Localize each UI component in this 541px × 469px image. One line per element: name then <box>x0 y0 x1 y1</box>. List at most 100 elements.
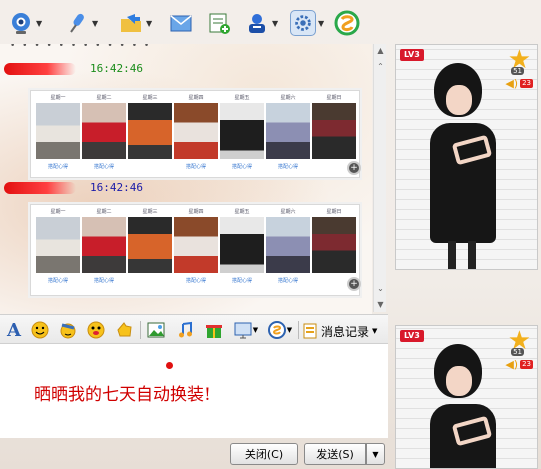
level-badge: LV3 <box>400 330 424 342</box>
star-count: 51 <box>511 348 524 356</box>
strip-caption: 星期五 <box>234 209 250 215</box>
outfit-photo <box>128 103 172 159</box>
strip-caption: 星期二 <box>96 209 112 215</box>
chevron-down-icon[interactable]: ▼ <box>253 326 258 334</box>
figure-leg <box>448 241 456 269</box>
add-app-icon <box>206 10 232 36</box>
message-time: 16:42:46 <box>90 181 143 194</box>
image-icon[interactable] <box>146 320 166 340</box>
message-history-button[interactable]: 消息记录 ▼ <box>302 321 377 341</box>
outfit-photo <box>266 103 310 159</box>
strip-caption: 星期五 <box>234 95 250 101</box>
contact-show-image[interactable]: LV3 ★ 51 ◀) 23 <box>395 44 538 270</box>
figure-face <box>446 366 472 396</box>
photo-strip-image[interactable]: 星期一 星期二 星期三 星期四 星期五 星期六 星期日 搭配心得 搭配心得 搭配… <box>30 90 361 178</box>
video-button[interactable]: ▼ <box>8 8 42 38</box>
strip-caption: 搭配心得 <box>93 278 114 284</box>
chevron-down-icon[interactable]: ▼ <box>272 19 278 28</box>
funny-face-icon[interactable] <box>86 320 106 340</box>
strip-caption: 星期二 <box>96 95 112 101</box>
message-input-text: 晒晒我的七天自动换装! <box>34 385 211 405</box>
strip-caption: 星期四 <box>188 209 204 215</box>
photo-strip-image[interactable]: 星期一 星期二 星期三 星期四 星期五 星期六 星期日 搭配心得 搭配心得 搭配… <box>30 204 361 296</box>
outfit-photo <box>220 103 264 159</box>
group-button[interactable]: ▼ <box>244 8 278 38</box>
voice-button[interactable]: ▼ <box>64 8 98 38</box>
strip-caption: 星期四 <box>188 95 204 101</box>
chat-history[interactable]: • • • • • • • • • • • • 16:42:46 星期一 星期二… <box>0 44 372 314</box>
send-file-button[interactable]: ▼ <box>118 8 152 38</box>
outfit-photo <box>174 217 218 273</box>
volume-indicator[interactable]: ◀) 23 <box>505 77 533 90</box>
star-count: 51 <box>511 67 524 75</box>
magic-emoticon-icon[interactable] <box>58 320 78 340</box>
message-time: 16:42:46 <box>90 62 143 75</box>
scroll-down-arrow-icon[interactable]: ⌄ <box>374 282 387 295</box>
strip-caption: 星期日 <box>326 209 342 215</box>
zoom-icon[interactable]: + <box>347 161 361 175</box>
toolbar-divider <box>298 321 299 339</box>
scroll-down-arrow-icon[interactable]: ▼ <box>374 298 387 311</box>
settings-button[interactable]: ▼ <box>290 8 324 38</box>
emoticon-icon[interactable] <box>30 320 50 340</box>
self-show-image[interactable]: LV3 ★ 51 ◀) 23 <box>395 325 538 469</box>
cursor-dot <box>166 362 173 369</box>
send-button-label: 发送(S) <box>316 448 354 461</box>
chevron-down-icon[interactable]: ▼ <box>146 19 152 28</box>
scroll-up-arrow-icon[interactable]: ⌃ <box>374 60 387 73</box>
message: 16:42:46 <box>4 181 364 194</box>
chevron-down-icon: ▼ <box>372 449 379 459</box>
scroll-up-arrow-icon[interactable]: ▲ <box>374 44 387 57</box>
settings-icon <box>290 10 316 36</box>
outfit-photo <box>266 217 310 273</box>
toolbar-divider <box>140 321 141 339</box>
message-input[interactable]: 晒晒我的七天自动换装! <box>0 344 388 438</box>
email-button[interactable] <box>168 8 194 38</box>
chevron-down-icon[interactable]: ▼ <box>318 19 324 28</box>
strip-caption: 搭配心得 <box>277 278 298 284</box>
strip-caption: 星期一 <box>50 209 66 215</box>
soso-button[interactable]: ▼ <box>266 320 294 340</box>
history-icon <box>303 323 317 339</box>
app-logo-icon <box>334 10 360 36</box>
volume-count: 23 <box>520 360 533 369</box>
chevron-down-icon[interactable]: ▼ <box>287 326 292 334</box>
chevron-down-icon[interactable]: ▼ <box>36 19 42 28</box>
file-transfer-icon <box>118 10 144 36</box>
strip-caption: 星期六 <box>280 209 296 215</box>
strip-caption: 搭配心得 <box>185 278 206 284</box>
message-history-label: 消息记录 <box>321 324 370 339</box>
outfit-photo <box>220 217 264 273</box>
volume-indicator[interactable]: ◀) 23 <box>505 358 533 371</box>
chat-scrollbar[interactable]: ▲ ⌃ ⌄ ▼ <box>373 44 386 312</box>
apps-button[interactable] <box>206 8 232 38</box>
screenshot-button[interactable]: ▼ <box>232 320 260 340</box>
send-button[interactable]: 发送(S) <box>304 443 366 465</box>
font-icon[interactable]: A <box>4 320 24 341</box>
app-logo-button[interactable] <box>334 8 360 38</box>
send-options-button[interactable]: ▼ <box>366 443 385 465</box>
speaker-icon: ◀) <box>505 77 519 90</box>
email-icon <box>168 10 194 36</box>
strip-caption: 搭配心得 <box>93 164 114 170</box>
outfit-photo <box>36 103 80 159</box>
zoom-icon[interactable]: + <box>347 277 361 291</box>
message: 16:42:46 <box>4 62 364 75</box>
gift-icon[interactable] <box>204 320 224 340</box>
chevron-down-icon[interactable]: ▼ <box>92 19 98 28</box>
nudge-icon[interactable] <box>114 320 134 340</box>
outfit-photo <box>128 217 172 273</box>
outfit-photo <box>174 103 218 159</box>
chevron-down-icon[interactable]: ▼ <box>372 327 377 335</box>
close-button-label: 关闭(C) <box>244 448 284 461</box>
bottom-bar: 关闭(C) 发送(S) ▼ <box>0 438 388 469</box>
outfit-photo <box>82 217 126 273</box>
outfit-photo <box>312 103 356 159</box>
strip-caption: 搭配心得 <box>231 164 252 170</box>
strip-caption: 搭配心得 <box>47 164 68 170</box>
strip-caption: 星期三 <box>142 209 158 215</box>
close-button[interactable]: 关闭(C) <box>230 443 298 465</box>
strip-caption: 搭配心得 <box>47 278 68 284</box>
strip-caption: 星期六 <box>280 95 296 101</box>
music-icon[interactable] <box>176 320 196 340</box>
